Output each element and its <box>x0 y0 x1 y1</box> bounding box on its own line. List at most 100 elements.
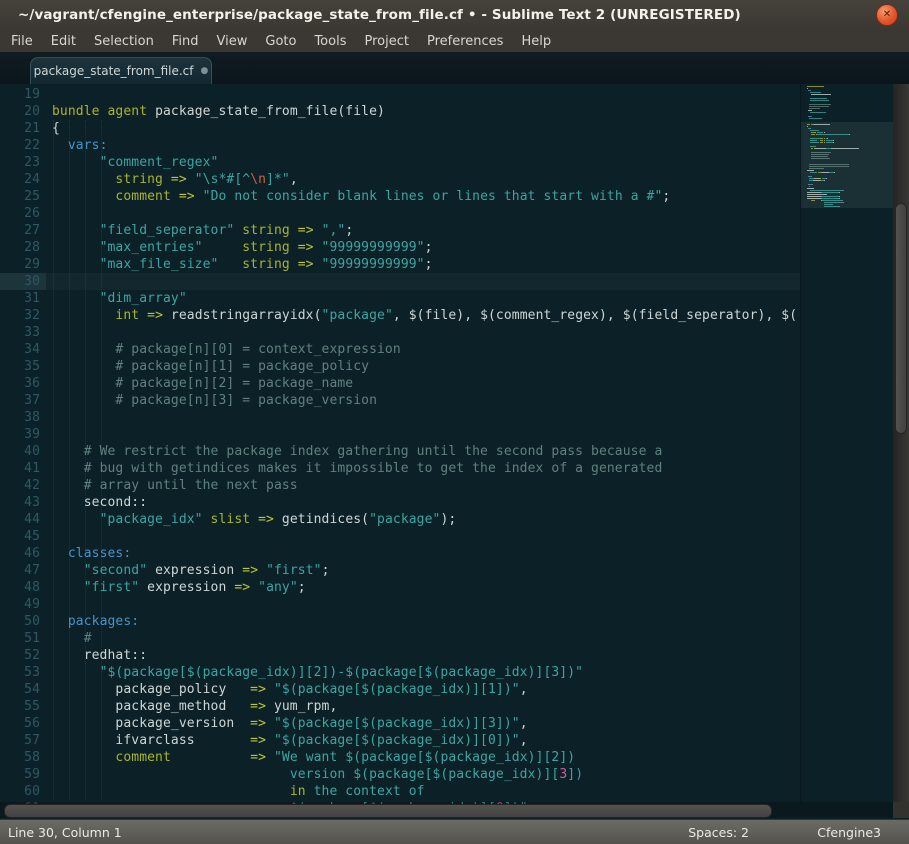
line-number: 46 <box>0 545 40 562</box>
code-line-23[interactable]: 23 "comment_regex" <box>0 154 893 171</box>
code-editor[interactable]: 1920bundle agent package_state_from_file… <box>0 84 893 814</box>
code-line-40[interactable]: 40 # We restrict the package index gathe… <box>0 443 893 460</box>
token: slist <box>211 512 251 527</box>
minimap[interactable] <box>800 84 894 802</box>
line-number: 25 <box>0 188 40 205</box>
token: redhat:: <box>52 648 147 663</box>
menu-item-edit[interactable]: Edit <box>42 34 85 49</box>
token: "package" <box>369 512 440 527</box>
token <box>52 580 84 595</box>
menu-item-project[interactable]: Project <box>355 34 417 49</box>
code-line-21[interactable]: 21{ <box>0 120 893 137</box>
code-line-33[interactable]: 33 <box>0 324 893 341</box>
code-line-25[interactable]: 25 comment => "Do not consider blank lin… <box>0 188 893 205</box>
line-number: 19 <box>0 86 40 103</box>
code-line-35[interactable]: 35 # package[n][1] = package_policy <box>0 358 893 375</box>
token <box>290 257 298 272</box>
modified-dot-icon: ● <box>201 67 209 76</box>
token: string <box>115 172 163 187</box>
code-line-38[interactable]: 38 <box>0 409 893 426</box>
code-line-34[interactable]: 34 # package[n][0] = context_expression <box>0 341 893 358</box>
code-line-30[interactable]: 30 <box>0 273 893 290</box>
menu-item-find[interactable]: Find <box>163 34 208 49</box>
token: # bug with getindices makes it impossibl… <box>84 461 663 476</box>
token: ifvarclass <box>52 733 250 748</box>
token: classes: <box>68 546 131 561</box>
code-line-53[interactable]: 53 "$(package[$(package_idx)][2])-$(pack… <box>0 664 893 681</box>
menu-item-goto[interactable]: Goto <box>256 34 305 49</box>
code-line-41[interactable]: 41 # bug with getindices makes it imposs… <box>0 460 893 477</box>
vertical-scrollbar-thumb[interactable] <box>895 203 907 434</box>
code-text: in the context of <box>52 783 425 800</box>
line-number: 44 <box>0 511 40 528</box>
minimap-viewport[interactable] <box>801 122 894 208</box>
code-line-54[interactable]: 54 package_policy => "$(package[$(packag… <box>0 681 893 698</box>
code-line-19[interactable]: 19 <box>0 86 893 103</box>
code-line-52[interactable]: 52 redhat:: <box>0 647 893 664</box>
token <box>203 512 211 527</box>
token: \n <box>250 172 266 187</box>
code-line-31[interactable]: 31 "dim_array" <box>0 290 893 307</box>
code-line-50[interactable]: 50 packages: <box>0 613 893 630</box>
menu-item-preferences[interactable]: Preferences <box>418 34 512 49</box>
menu-item-help[interactable]: Help <box>512 34 560 49</box>
code-line-56[interactable]: 56 package_version => "$(package[$(packa… <box>0 715 893 732</box>
menu-item-selection[interactable]: Selection <box>85 34 163 49</box>
token <box>52 172 115 187</box>
token <box>52 444 84 459</box>
token <box>52 223 100 238</box>
code-line-32[interactable]: 32 int => readstringarrayidx("package", … <box>0 307 893 324</box>
code-line-42[interactable]: 42 # array until the next pass <box>0 477 893 494</box>
token: => <box>250 716 266 731</box>
code-line-60[interactable]: 60 in the context of <box>0 783 893 800</box>
menu-item-file[interactable]: File <box>2 34 42 49</box>
close-button[interactable]: ✕ <box>876 4 898 26</box>
code-line-49[interactable]: 49 <box>0 596 893 613</box>
code-line-27[interactable]: 27 "field_seperator" string => ","; <box>0 222 893 239</box>
token <box>52 308 115 323</box>
code-line-39[interactable]: 39 <box>0 426 893 443</box>
token <box>314 257 322 272</box>
line-number: 23 <box>0 154 40 171</box>
token <box>203 240 243 255</box>
token <box>314 240 322 255</box>
token: => <box>234 580 250 595</box>
token: , $(file), $(comment_regex), $(field_sep… <box>393 308 797 323</box>
token <box>290 240 298 255</box>
token: => <box>258 512 274 527</box>
syntax-selector-button[interactable]: Cfengine3 <box>817 825 881 840</box>
code-line-51[interactable]: 51 # <box>0 630 893 647</box>
token <box>52 376 115 391</box>
token: => <box>179 189 195 204</box>
code-line-45[interactable]: 45 <box>0 528 893 545</box>
code-line-28[interactable]: 28 "max_entries" string => "99999999999"… <box>0 239 893 256</box>
code-line-44[interactable]: 44 "package_idx" slist => getindices("pa… <box>0 511 893 528</box>
code-line-26[interactable]: 26 <box>0 205 893 222</box>
code-line-59[interactable]: 59 version $(package[$(package_idx)][3]) <box>0 766 893 783</box>
code-line-48[interactable]: 48 "first" expression => "any"; <box>0 579 893 596</box>
code-line-46[interactable]: 46 classes: <box>0 545 893 562</box>
indent-settings-button[interactable]: Spaces: 2 <box>688 825 749 840</box>
horizontal-scrollbar-thumb[interactable] <box>4 804 772 818</box>
code-line-58[interactable]: 58 comment => "We want $(package[$(packa… <box>0 749 893 766</box>
code-line-47[interactable]: 47 "second" expression => "first"; <box>0 562 893 579</box>
token: "We want $(package[$(package_idx)][2]) <box>274 750 575 765</box>
code-line-24[interactable]: 24 string => "\s*#[^\n]*", <box>0 171 893 188</box>
tab-package-state-from-file[interactable]: package_state_from_file.cf ● <box>30 57 212 84</box>
code-line-22[interactable]: 22 vars: <box>0 137 893 154</box>
code-line-29[interactable]: 29 "max_file_size" string => "9999999999… <box>0 256 893 273</box>
token <box>52 155 100 170</box>
code-line-43[interactable]: 43 second:: <box>0 494 893 511</box>
code-line-55[interactable]: 55 package_method => yum_rpm, <box>0 698 893 715</box>
horizontal-scrollbar-track[interactable] <box>0 802 893 818</box>
code-line-20[interactable]: 20bundle agent package_state_from_file(f… <box>0 103 893 120</box>
code-line-57[interactable]: 57 ifvarclass => "$(package[$(package_id… <box>0 732 893 749</box>
menu-item-tools[interactable]: Tools <box>305 34 355 49</box>
code-text: # package[n][1] = package_policy <box>52 358 369 375</box>
vertical-scrollbar-track[interactable] <box>893 84 909 802</box>
menu-item-view[interactable]: View <box>208 34 257 49</box>
code-line-37[interactable]: 37 # package[n][3] = package_version <box>0 392 893 409</box>
token: => <box>250 750 266 765</box>
token: # package[n][3] = package_version <box>115 393 377 408</box>
code-line-36[interactable]: 36 # package[n][2] = package_name <box>0 375 893 392</box>
